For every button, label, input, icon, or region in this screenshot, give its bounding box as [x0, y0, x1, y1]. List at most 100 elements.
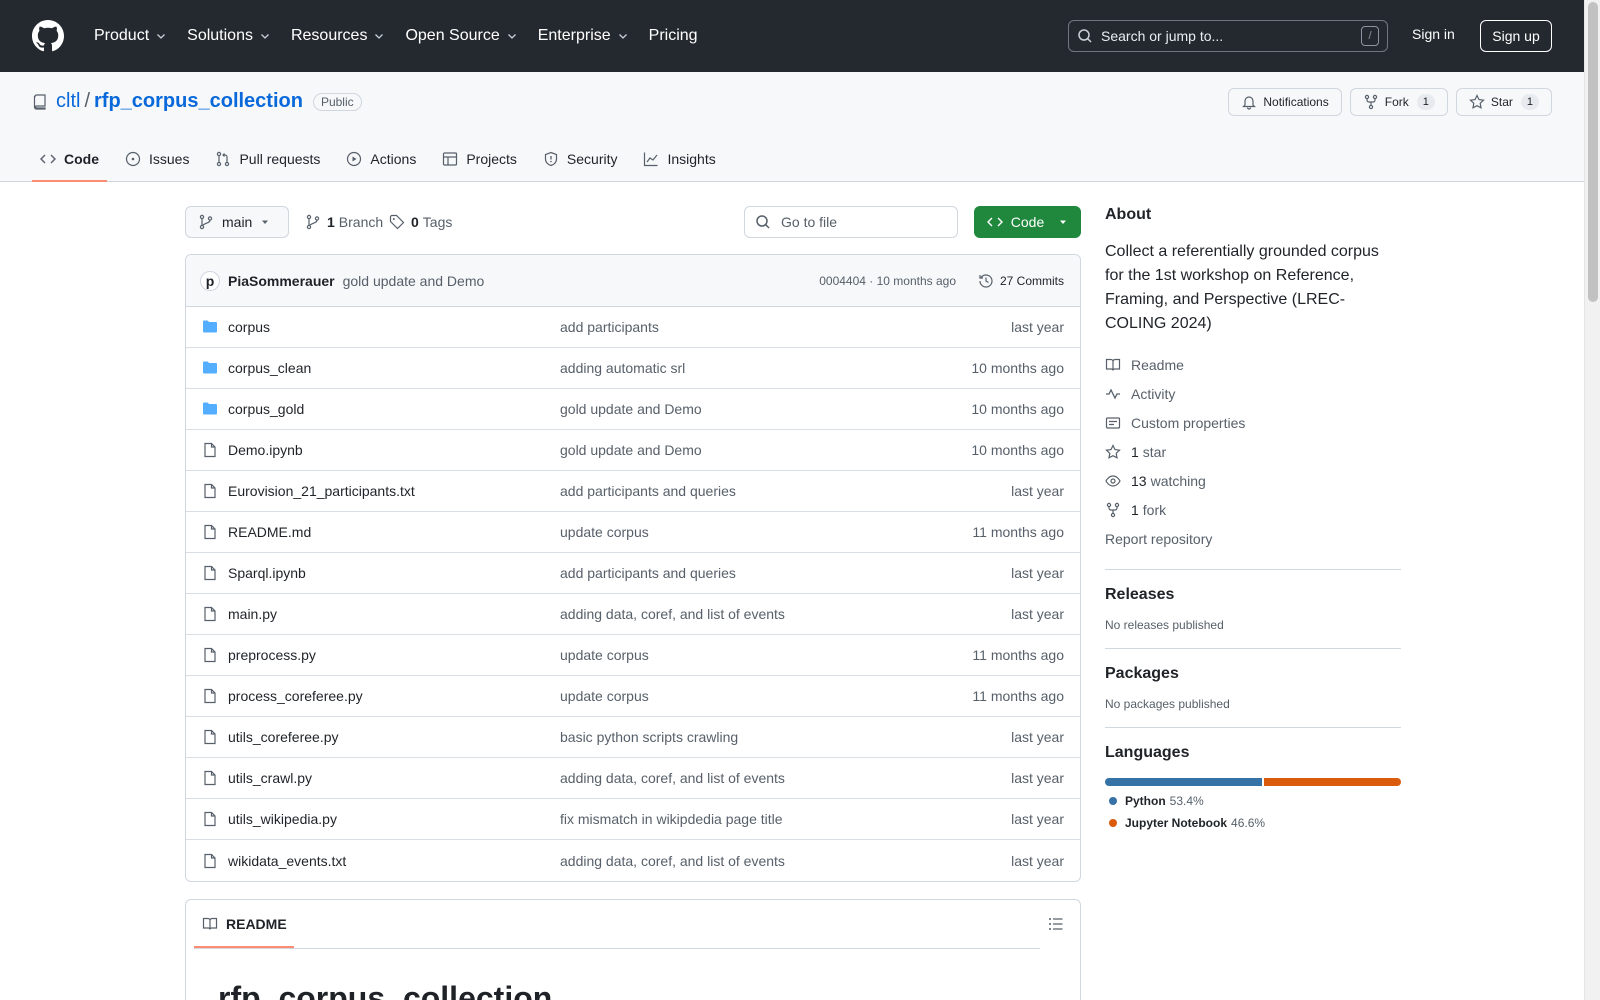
repo-name-link[interactable]: rfp_corpus_collection [94, 90, 303, 113]
table-row[interactable]: README.md update corpus 11 months ago [186, 512, 1080, 553]
tab-insights[interactable]: Insights [635, 136, 723, 182]
table-row[interactable]: wikidata_events.txt adding data, coref, a… [186, 840, 1080, 881]
commit-author[interactable]: PiaSommerauer [228, 273, 335, 289]
file-commit-message-link[interactable]: basic python scripts crawling [560, 729, 738, 745]
table-row[interactable]: utils_wikipedia.py fix mismatch in wikipd… [186, 799, 1080, 840]
table-row[interactable]: Demo.ipynb gold update and Demo 10 months … [186, 430, 1080, 471]
readme-tab[interactable]: README [194, 900, 294, 948]
nav-pricing[interactable]: Pricing [641, 27, 706, 45]
watchers-link[interactable]: 13 watching [1105, 466, 1401, 495]
file-commit-message-link[interactable]: add participants and queries [560, 483, 736, 499]
file-commit-message-link[interactable]: update corpus [560, 688, 649, 704]
branch-select-button[interactable]: main [185, 206, 289, 238]
go-to-file-input[interactable]: Go to file [744, 206, 958, 238]
shield-icon [544, 151, 558, 167]
file-name-link[interactable]: Demo.ipynb [228, 442, 560, 458]
tab-code[interactable]: Code [32, 136, 107, 182]
report-repository-link[interactable]: Report repository [1105, 524, 1401, 553]
file-list: corpus add participants last year corpus_cl… [186, 307, 1080, 881]
file-commit-message-link[interactable]: fix mismatch in wikipdedia page title [560, 811, 783, 827]
stars-link[interactable]: 1 star [1105, 437, 1401, 466]
tab-projects[interactable]: Projects [434, 136, 525, 182]
global-search-input[interactable]: Search or jump to... / [1068, 20, 1388, 52]
custom-properties-link[interactable]: Custom properties [1105, 408, 1401, 437]
file-commit-message-link[interactable]: adding data, coref, and list of events [560, 606, 785, 622]
tab-issues[interactable]: Issues [117, 136, 197, 182]
file-commit-message-link[interactable]: update corpus [560, 647, 649, 663]
repo-owner-link[interactable]: cltl [56, 90, 80, 113]
file-name-link[interactable]: README.md [228, 524, 560, 540]
scrollbar-thumb[interactable] [1588, 2, 1598, 302]
file-name-link[interactable]: utils_coreferee.py [228, 729, 560, 745]
language-item[interactable]: Jupyter Notebook 46.6% [1105, 816, 1401, 830]
avatar[interactable]: p [200, 270, 220, 291]
sign-up-button[interactable]: Sign up [1480, 20, 1552, 52]
file-commit-message-link[interactable]: add participants [560, 319, 659, 335]
notifications-button[interactable]: Notifications [1228, 88, 1342, 116]
table-row[interactable]: utils_crawl.py adding data, coref, and li… [186, 758, 1080, 799]
file-commit-message-link[interactable]: gold update and Demo [560, 442, 702, 458]
star-button[interactable]: Star 1 [1455, 88, 1552, 116]
language-item[interactable]: Python 53.4% [1105, 794, 1401, 808]
commit-message[interactable]: gold update and Demo [343, 273, 485, 289]
forks-link[interactable]: 1 fork [1105, 495, 1401, 524]
global-header: Product Solutions Resources Open Source … [0, 0, 1584, 72]
table-row[interactable]: corpus_clean adding automatic srl 10 month… [186, 348, 1080, 389]
code-icon [40, 154, 56, 164]
commits-history-link[interactable]: 27 Commits [978, 273, 1064, 289]
nav-resources[interactable]: Resources [283, 27, 393, 45]
readme-link[interactable]: Readme [1105, 350, 1401, 379]
table-row[interactable]: process_coreferee.py update corpus 11 mont… [186, 676, 1080, 717]
nav-product[interactable]: Product [86, 27, 175, 45]
activity-link[interactable]: Activity [1105, 379, 1401, 408]
tag-count: 0 [411, 214, 419, 230]
file-commit-message-link[interactable]: update corpus [560, 524, 649, 540]
language-bar [1105, 778, 1401, 786]
list-unordered-icon[interactable] [1048, 916, 1064, 932]
tab-pull-requests[interactable]: Pull requests [207, 136, 328, 182]
branches-link[interactable]: 1 Branch [305, 214, 383, 230]
star-count: 1 [1520, 94, 1539, 110]
file-name-link[interactable]: utils_crawl.py [228, 770, 560, 786]
nav-solutions[interactable]: Solutions [179, 27, 279, 45]
file-commit-message-link[interactable]: adding data, coref, and list of events [560, 770, 785, 786]
tab-actions[interactable]: Actions [338, 136, 424, 182]
file-commit-message-link[interactable]: adding data, coref, and list of events [560, 853, 785, 869]
releases-title[interactable]: Releases [1105, 586, 1401, 604]
sign-in-link[interactable]: Sign in [1412, 26, 1455, 42]
table-row[interactable]: Eurovision_21_participants.txt add partic… [186, 471, 1080, 512]
file-name-link[interactable]: utils_wikipedia.py [228, 811, 560, 827]
github-logo-icon[interactable] [32, 20, 64, 52]
file-name-link[interactable]: wikidata_events.txt [228, 853, 560, 869]
table-row[interactable]: corpus_gold gold update and Demo 10 months… [186, 389, 1080, 430]
nav-label: Solutions [187, 27, 253, 44]
file-name-link[interactable]: process_coreferee.py [228, 688, 560, 704]
file-name-link[interactable]: corpus_gold [228, 401, 560, 417]
table-row[interactable]: corpus add participants last year [186, 307, 1080, 348]
nav-open-source[interactable]: Open Source [397, 27, 525, 45]
file-name-link[interactable]: Sparql.ipynb [228, 565, 560, 581]
table-row[interactable]: Sparql.ipynb add participants and queries… [186, 553, 1080, 594]
packages-title[interactable]: Packages [1105, 665, 1401, 683]
language-percent: 46.6% [1231, 816, 1266, 830]
page-scrollbar[interactable] [1584, 0, 1600, 1000]
table-row[interactable]: utils_coreferee.py basic python scripts c… [186, 717, 1080, 758]
file-name-link[interactable]: preprocess.py [228, 647, 560, 663]
file-commit-message-link[interactable]: add participants and queries [560, 565, 736, 581]
file-name-link[interactable]: corpus [228, 319, 560, 335]
git-branch-icon [199, 214, 213, 230]
table-row[interactable]: main.py adding data, coref, and list of e… [186, 594, 1080, 635]
fork-button[interactable]: Fork 1 [1349, 88, 1448, 116]
table-row[interactable]: preprocess.py update corpus 11 months ago [186, 635, 1080, 676]
file-commit-message-link[interactable]: adding automatic srl [560, 360, 685, 376]
code-dropdown-button[interactable]: Code [974, 206, 1081, 238]
file-commit-message-link[interactable]: gold update and Demo [560, 401, 702, 417]
nav-enterprise[interactable]: Enterprise [530, 27, 637, 45]
file-name-link[interactable]: Eurovision_21_participants.txt [228, 483, 560, 499]
file-name-link[interactable]: corpus_clean [228, 360, 560, 376]
commit-meta[interactable]: 0004404 · 10 months ago [819, 274, 956, 288]
file-name-link[interactable]: main.py [228, 606, 560, 622]
tags-link[interactable]: 0 Tags [389, 214, 452, 230]
pulse-icon [1106, 388, 1120, 399]
tab-security[interactable]: Security [535, 136, 626, 182]
